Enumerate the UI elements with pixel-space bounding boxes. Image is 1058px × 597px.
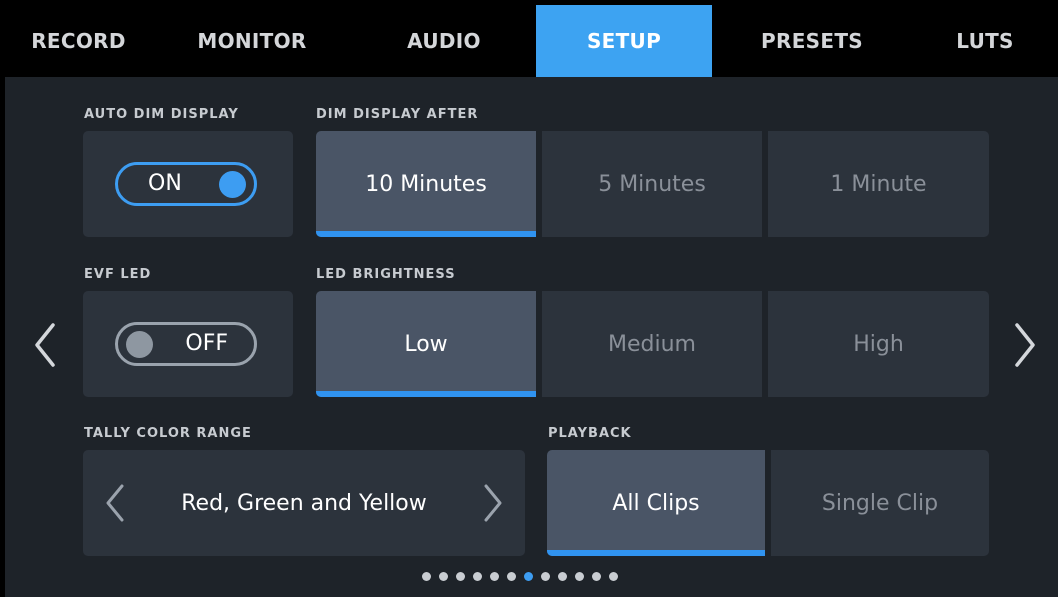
auto-dim-display-label: AUTO DIM DISPLAY bbox=[84, 107, 239, 122]
tab-bar: RECORD MONITOR AUDIO SETUP PRESETS LUTS bbox=[5, 5, 1058, 77]
dim-5-minutes-button[interactable]: 5 Minutes bbox=[542, 131, 762, 237]
page-dot bbox=[558, 572, 567, 581]
evf-led-card: OFF bbox=[83, 291, 293, 397]
tab-record[interactable]: RECORD bbox=[5, 5, 152, 77]
tab-monitor[interactable]: MONITOR bbox=[152, 5, 352, 77]
all-clips-button[interactable]: All Clips bbox=[547, 450, 765, 556]
single-clip-button[interactable]: Single Clip bbox=[771, 450, 989, 556]
led-brightness-label: LED BRIGHTNESS bbox=[316, 267, 456, 282]
evf-led-label: EVF LED bbox=[84, 267, 152, 282]
tally-color-range-label: TALLY COLOR RANGE bbox=[84, 426, 252, 441]
tab-luts[interactable]: LUTS bbox=[912, 5, 1058, 77]
page-indicator bbox=[422, 572, 618, 582]
led-high-button[interactable]: High bbox=[768, 291, 989, 397]
dim-1-minute-button[interactable]: 1 Minute bbox=[768, 131, 989, 237]
page-dot bbox=[490, 572, 499, 581]
tally-previous-chevron-icon[interactable] bbox=[105, 484, 125, 522]
tab-audio[interactable]: AUDIO bbox=[352, 5, 536, 77]
toggle-knob bbox=[219, 171, 246, 198]
page-dot bbox=[439, 572, 448, 581]
page-dot bbox=[609, 572, 618, 581]
dim-display-after-group: 10 Minutes 5 Minutes 1 Minute bbox=[316, 131, 989, 237]
led-brightness-group: Low Medium High bbox=[316, 291, 989, 397]
auto-dim-toggle[interactable]: ON bbox=[115, 162, 257, 206]
led-low-button[interactable]: Low bbox=[316, 291, 536, 397]
led-medium-button[interactable]: Medium bbox=[542, 291, 762, 397]
playback-label: PLAYBACK bbox=[548, 426, 632, 441]
dim-10-minutes-button[interactable]: 10 Minutes bbox=[316, 131, 536, 237]
tab-presets[interactable]: PRESETS bbox=[712, 5, 912, 77]
evf-led-toggle-label: OFF bbox=[185, 331, 228, 356]
tally-color-range-value: Red, Green and Yellow bbox=[181, 490, 427, 516]
auto-dim-toggle-label: ON bbox=[148, 171, 182, 196]
tab-setup[interactable]: SETUP bbox=[536, 5, 712, 77]
previous-page-chevron-icon[interactable] bbox=[33, 323, 57, 367]
next-page-chevron-icon[interactable] bbox=[1013, 323, 1037, 367]
playback-group: All Clips Single Clip bbox=[547, 450, 989, 556]
tally-color-range-selector: Red, Green and Yellow bbox=[83, 450, 525, 556]
page-dot bbox=[473, 572, 482, 581]
toggle-knob bbox=[126, 331, 153, 358]
page-dot bbox=[541, 572, 550, 581]
page-dot bbox=[575, 572, 584, 581]
page-dot bbox=[422, 572, 431, 581]
page-dot bbox=[456, 572, 465, 581]
dim-display-after-label: DIM DISPLAY AFTER bbox=[316, 107, 479, 122]
tally-next-chevron-icon[interactable] bbox=[483, 484, 503, 522]
setup-screen: RECORD MONITOR AUDIO SETUP PRESETS LUTS … bbox=[5, 5, 1058, 597]
page-dot bbox=[524, 572, 533, 581]
page-dot bbox=[507, 572, 516, 581]
auto-dim-card: ON bbox=[83, 131, 293, 237]
evf-led-toggle[interactable]: OFF bbox=[115, 322, 257, 366]
page-dot bbox=[592, 572, 601, 581]
